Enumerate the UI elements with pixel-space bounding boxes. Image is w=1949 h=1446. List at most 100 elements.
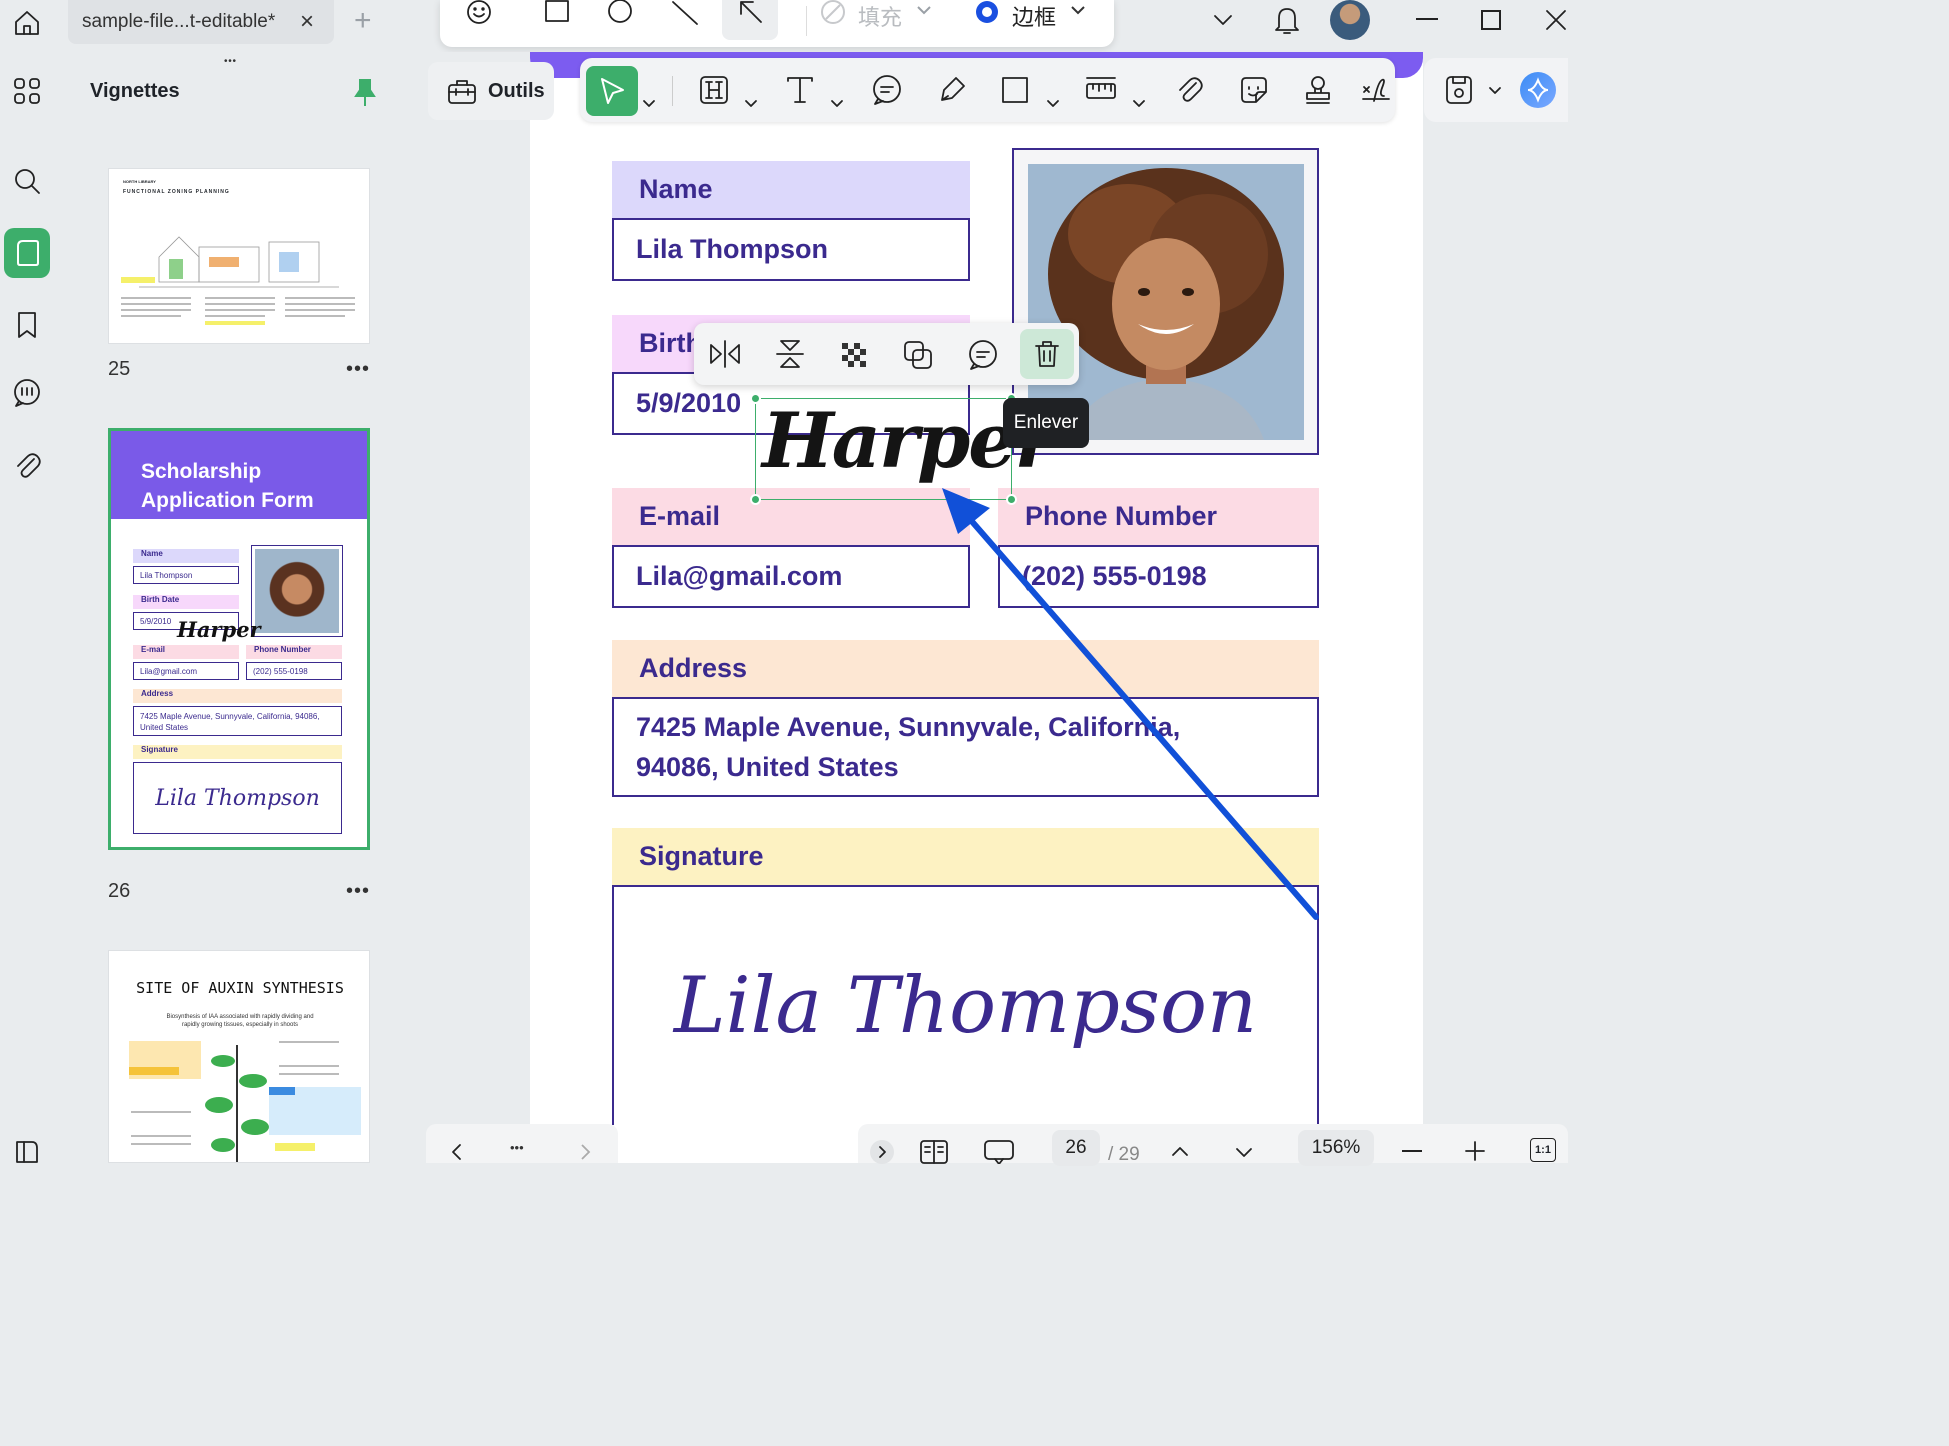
resize-handle[interactable] (750, 494, 761, 505)
paperclip-icon[interactable] (1174, 70, 1206, 110)
chevron-right-icon (879, 1146, 886, 1158)
arrow-tool-button[interactable] (722, 0, 778, 40)
tab-close-icon[interactable]: × (300, 8, 314, 36)
left-rail (0, 0, 62, 1163)
chevron-down-icon[interactable] (1046, 84, 1060, 124)
ai-assistant-button[interactable] (1520, 72, 1556, 108)
mini-stamp: Harper (177, 617, 261, 642)
thumb-subtitle: NORTH LIBRARY (123, 179, 156, 184)
chevron-down-icon[interactable] (1488, 86, 1502, 96)
chevron-down-icon[interactable] (830, 84, 844, 124)
signature-icon[interactable] (1360, 70, 1392, 110)
home-icon[interactable] (4, 0, 50, 46)
heading-icon[interactable] (698, 70, 730, 110)
navigation-bar: ••• (426, 1124, 618, 1163)
chevron-down-icon[interactable] (1234, 1146, 1254, 1160)
zoom-in-icon[interactable] (1464, 1140, 1486, 1162)
name-field[interactable]: Lila Thompson (612, 218, 970, 281)
duplicate-icon[interactable] (902, 339, 934, 371)
pen-icon[interactable] (936, 70, 968, 110)
chevron-down-icon[interactable] (1212, 12, 1234, 28)
divider (806, 6, 807, 36)
bookmark-icon[interactable] (4, 302, 50, 348)
chevron-down-icon[interactable] (744, 84, 758, 124)
page-thumbnail[interactable]: NORTH LIBRARY FUNCTIONAL ZONING PLANNING (108, 168, 370, 344)
rectangle-icon[interactable] (544, 0, 570, 24)
annotation-toolbar (580, 58, 1395, 122)
email-field[interactable]: Lila@gmail.com (612, 545, 970, 608)
document-tab[interactable]: sample-file...t-editable* × (68, 0, 334, 44)
chevron-down-icon[interactable] (916, 4, 932, 16)
fill-label[interactable]: 填充 (858, 0, 902, 32)
chevron-down-icon[interactable] (1070, 4, 1086, 16)
minimize-icon[interactable] (1416, 18, 1438, 20)
more-button[interactable]: ••• (510, 1140, 524, 1155)
shape-properties-toolbar: 填充 边框 (440, 0, 1114, 47)
zoom-out-icon[interactable] (1402, 1150, 1422, 1152)
close-window-icon[interactable] (1544, 8, 1568, 32)
emoji-icon[interactable] (464, 0, 494, 28)
line-icon[interactable] (670, 0, 700, 26)
resize-handle[interactable] (750, 393, 761, 404)
sidebar-toggle-icon[interactable] (4, 1128, 50, 1174)
expand-button[interactable] (870, 1140, 894, 1164)
select-tool-button[interactable] (586, 66, 638, 116)
flip-vertical-icon[interactable] (774, 338, 806, 370)
measure-icon[interactable] (1084, 70, 1118, 110)
presentation-icon[interactable] (982, 1138, 1016, 1164)
border-label[interactable]: 边框 (1012, 0, 1056, 32)
border-color-icon[interactable] (972, 0, 1002, 26)
zoom-level[interactable]: 156% (1298, 1130, 1374, 1166)
attachment-icon[interactable] (4, 442, 50, 488)
save-icon[interactable] (1444, 74, 1474, 106)
comment-icon[interactable] (966, 339, 1000, 371)
search-icon[interactable] (4, 158, 50, 204)
tools-button[interactable]: Outils (428, 62, 554, 120)
thumbnails-icon[interactable] (4, 228, 50, 278)
pin-icon[interactable] (354, 78, 376, 108)
page-number: 26 (108, 880, 131, 902)
mini-photo (251, 545, 343, 637)
more-options-button[interactable]: ••• (346, 880, 370, 903)
new-tab-button[interactable]: + (354, 4, 372, 38)
thumb-title: FUNCTIONAL ZONING PLANNING (123, 189, 230, 195)
status-bar: 26 / 29 156% 1:1 (858, 1124, 1568, 1166)
page-number-input[interactable]: 26 (1052, 1130, 1100, 1166)
flip-horizontal-icon[interactable] (708, 338, 742, 370)
ellipse-icon[interactable] (606, 0, 634, 26)
shape-icon[interactable] (1000, 70, 1030, 110)
fill-none-icon[interactable] (820, 0, 846, 26)
avatar[interactable] (1330, 0, 1370, 40)
sticker-icon[interactable] (1238, 70, 1270, 110)
page-view-icon[interactable] (918, 1138, 950, 1164)
tab-title: sample-file...t-editable* (82, 11, 276, 32)
chevron-right-icon[interactable] (578, 1142, 592, 1162)
comments-icon[interactable] (4, 370, 50, 416)
notification-bell-icon[interactable] (1272, 4, 1302, 36)
page-total: / 29 (1108, 1144, 1140, 1165)
mini-value: Lila@gmail.com (133, 662, 239, 680)
mini-label: E-mail (133, 645, 239, 659)
name-label: Name (612, 161, 970, 218)
delete-button[interactable] (1020, 329, 1074, 379)
trash-icon (1035, 341, 1059, 367)
arrow-annotation[interactable] (930, 480, 1330, 930)
panel-drag-handle[interactable]: • • • (224, 56, 236, 67)
comment-icon[interactable] (870, 70, 904, 110)
chevron-down-icon[interactable] (642, 84, 656, 124)
opacity-icon[interactable] (840, 341, 868, 369)
chevron-up-icon[interactable] (1170, 1144, 1190, 1158)
chevron-left-icon[interactable] (450, 1142, 464, 1162)
actual-size-button[interactable]: 1:1 (1530, 1138, 1556, 1162)
maximize-icon[interactable] (1481, 10, 1501, 30)
thumb-title: Scholarship Application Form (141, 460, 314, 512)
panel-title: Vignettes (90, 80, 180, 102)
more-options-button[interactable]: ••• (346, 358, 370, 381)
apps-grid-icon[interactable] (4, 68, 50, 114)
page-thumbnail-selected[interactable]: Scholarship Application Form Name Lila T… (108, 428, 370, 850)
page-thumbnail[interactable]: SITE OF AUXIN SYNTHESIS Biosynthesis of … (108, 950, 370, 1163)
mini-label: Signature (133, 745, 342, 759)
text-icon[interactable] (784, 70, 816, 110)
stamp-icon[interactable] (1302, 70, 1334, 110)
chevron-down-icon[interactable] (1132, 84, 1146, 124)
